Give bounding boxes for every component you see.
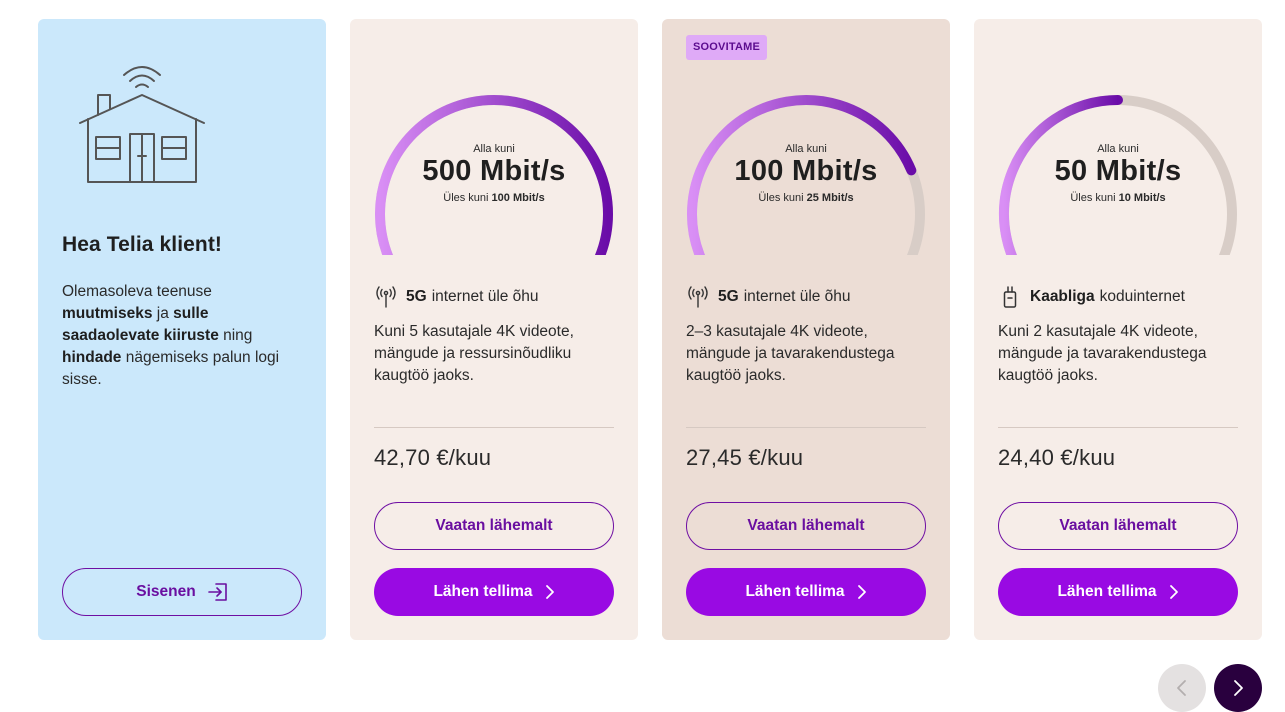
plan-card-recommended: SOOVITAME Alla kuni 100 Mbit/s Üles kuni 25… xyxy=(662,19,950,640)
gauge-download-label: Alla kuni xyxy=(473,143,515,155)
details-button[interactable]: Vaatan lähemalt xyxy=(998,502,1238,550)
gauge-upload-text: Üles kuni 10 Mbit/s xyxy=(998,192,1238,204)
chevron-left-icon xyxy=(1177,680,1186,696)
gauge-download-speed: 500 Mbit/s xyxy=(422,155,566,187)
divider xyxy=(374,427,614,428)
details-button-label: Vaatan lähemalt xyxy=(747,517,865,534)
login-text-bold: hindade xyxy=(62,349,122,366)
plan-feature: Kaabliga koduinternet xyxy=(998,285,1185,309)
details-button[interactable]: Vaatan lähemalt xyxy=(686,502,926,550)
gauge-upload-text: Üles kuni 100 Mbit/s xyxy=(374,192,614,204)
login-card: Hea Telia klient! Olemasoleva teenuse mu… xyxy=(38,19,326,640)
chevron-right-icon xyxy=(857,585,866,599)
divider xyxy=(686,427,926,428)
plan-description: Kuni 2 kasutajale 4K videote, mängude ja… xyxy=(998,323,1207,384)
chevron-right-icon xyxy=(1234,680,1243,696)
gauge-upload-speed: 100 Mbit/s xyxy=(491,192,545,204)
cable-plug-icon xyxy=(998,285,1022,309)
plan-feature-text: internet üle õhu xyxy=(743,288,851,305)
gauge-download-label: Alla kuni xyxy=(1097,143,1139,155)
login-card-text: Olemasoleva teenuse muutmiseks ja sulle … xyxy=(62,281,298,391)
carousel-prev-button[interactable] xyxy=(1158,664,1206,712)
plan-feature-text: koduinternet xyxy=(1099,288,1185,305)
plan-price: 27,45 €/kuu xyxy=(686,445,804,470)
gauge-upload-label: Üles kuni xyxy=(1070,192,1119,204)
login-text-part: ning xyxy=(218,327,253,344)
plan-price: 42,70 €/kuu xyxy=(374,445,492,470)
plan-card: Alla kuni 500 Mbit/s Üles kuni 100 Mbit/s 5… xyxy=(350,19,638,640)
plan-feature: 5G internet üle õhu xyxy=(374,285,539,309)
chevron-right-icon xyxy=(545,585,554,599)
carousel-next-button[interactable] xyxy=(1214,664,1262,712)
details-button-label: Vaatan lähemalt xyxy=(1059,517,1177,534)
order-button-label: Lähen tellima xyxy=(745,583,845,600)
antenna-icon xyxy=(686,285,710,309)
login-text-part: Olemasoleva teenuse xyxy=(62,283,212,300)
details-button[interactable]: Vaatan lähemalt xyxy=(374,502,614,550)
recommended-badge: SOOVITAME xyxy=(686,35,767,60)
house-wifi-icon xyxy=(79,66,205,183)
plan-feature: 5G internet üle õhu xyxy=(686,285,851,309)
details-button-label: Vaatan lähemalt xyxy=(435,517,553,534)
gauge-upload-text: Üles kuni 25 Mbit/s xyxy=(686,192,926,204)
sign-in-icon xyxy=(207,583,227,601)
plan-feature-type: Kaabliga xyxy=(1030,288,1095,305)
gauge-upload-label: Üles kuni xyxy=(758,192,807,204)
order-button[interactable]: Lähen tellima xyxy=(686,568,926,616)
plan-description: 2–3 kasutajale 4K videote, mängude ja ta… xyxy=(686,323,895,384)
plan-feature-text: internet üle õhu xyxy=(431,288,539,305)
gauge-upload-speed: 10 Mbit/s xyxy=(1118,192,1166,204)
login-text-part: ja xyxy=(152,305,174,322)
plan-feature-type: 5G xyxy=(406,288,427,305)
plan-feature-type: 5G xyxy=(718,288,739,305)
gauge-download-speed: 100 Mbit/s xyxy=(734,155,878,187)
divider xyxy=(998,427,1238,428)
gauge-download-label: Alla kuni xyxy=(785,143,827,155)
login-text-bold: muutmiseks xyxy=(62,305,153,322)
login-card-title: Hea Telia klient! xyxy=(62,233,223,256)
plan-description: Kuni 5 kasutajale 4K videote, mängude ja… xyxy=(374,323,574,384)
login-button[interactable]: Sisenen xyxy=(62,568,302,616)
order-button-label: Lähen tellima xyxy=(433,583,533,600)
gauge-upload-speed: 25 Mbit/s xyxy=(806,192,854,204)
chevron-right-icon xyxy=(1169,585,1178,599)
antenna-icon xyxy=(374,285,398,309)
gauge-download-speed: 50 Mbit/s xyxy=(1054,155,1182,187)
order-button[interactable]: Lähen tellima xyxy=(998,568,1238,616)
gauge-upload-label: Üles kuni xyxy=(443,192,492,204)
login-button-label: Sisenen xyxy=(136,583,196,600)
order-button[interactable]: Lähen tellima xyxy=(374,568,614,616)
order-button-label: Lähen tellima xyxy=(1057,583,1157,600)
plan-card: Alla kuni 50 Mbit/s Üles kuni 10 Mbit/s Kaa… xyxy=(974,19,1262,640)
plan-price: 24,40 €/kuu xyxy=(998,445,1116,470)
